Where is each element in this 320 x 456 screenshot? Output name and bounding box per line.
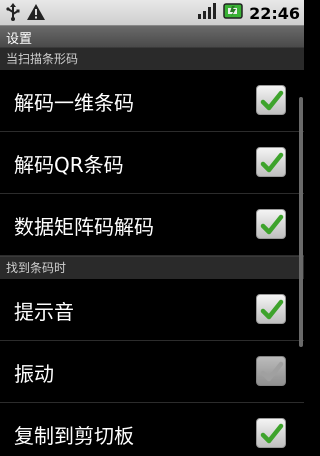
section-header-found: 找到条码时 xyxy=(0,256,304,279)
check-icon xyxy=(260,423,284,444)
setting-label: 解码QR条码 xyxy=(14,153,124,177)
decode-datamatrix-checkbox[interactable] xyxy=(256,209,286,239)
setting-beep[interactable]: 提示音 xyxy=(0,279,304,341)
status-bar: 22:46 xyxy=(0,0,304,25)
check-icon xyxy=(260,90,284,111)
page-title: 设置 xyxy=(6,32,33,47)
setting-decode-qr[interactable]: 解码QR条码 xyxy=(0,132,304,194)
setting-label: 提示音 xyxy=(14,300,74,324)
settings-list: 当扫描条形码 解码一维条码 解码QR条码 数据矩阵码解码 找到条码时 提示音 振… xyxy=(0,47,304,456)
setting-vibrate[interactable]: 振动 xyxy=(0,341,304,403)
setting-label: 解码一维条码 xyxy=(14,91,134,115)
setting-copy-clipboard[interactable]: 复制到剪切板 xyxy=(0,403,304,456)
copy-clipboard-checkbox[interactable] xyxy=(256,418,286,448)
setting-label: 数据矩阵码解码 xyxy=(14,215,154,239)
usb-icon xyxy=(6,3,20,25)
setting-decode-1d[interactable]: 解码一维条码 xyxy=(0,70,304,132)
beep-checkbox[interactable] xyxy=(256,294,286,324)
title-bar: 设置 xyxy=(0,25,304,47)
check-icon xyxy=(260,152,284,173)
section-header-scan: 当扫描条形码 xyxy=(0,47,304,70)
decode-qr-checkbox[interactable] xyxy=(256,147,286,177)
decode-1d-checkbox[interactable] xyxy=(256,85,286,115)
vibrate-checkbox[interactable] xyxy=(256,356,286,386)
scrollbar[interactable] xyxy=(299,97,303,347)
battery-charging-icon xyxy=(223,2,243,24)
signal-icon xyxy=(197,2,217,24)
warning-icon xyxy=(26,3,46,25)
setting-label: 振动 xyxy=(14,362,54,386)
check-icon xyxy=(260,361,284,382)
clock: 22:46 xyxy=(249,3,300,23)
check-icon xyxy=(260,214,284,235)
setting-label: 复制到剪切板 xyxy=(14,424,134,448)
check-icon xyxy=(260,299,284,320)
setting-decode-datamatrix[interactable]: 数据矩阵码解码 xyxy=(0,194,304,256)
